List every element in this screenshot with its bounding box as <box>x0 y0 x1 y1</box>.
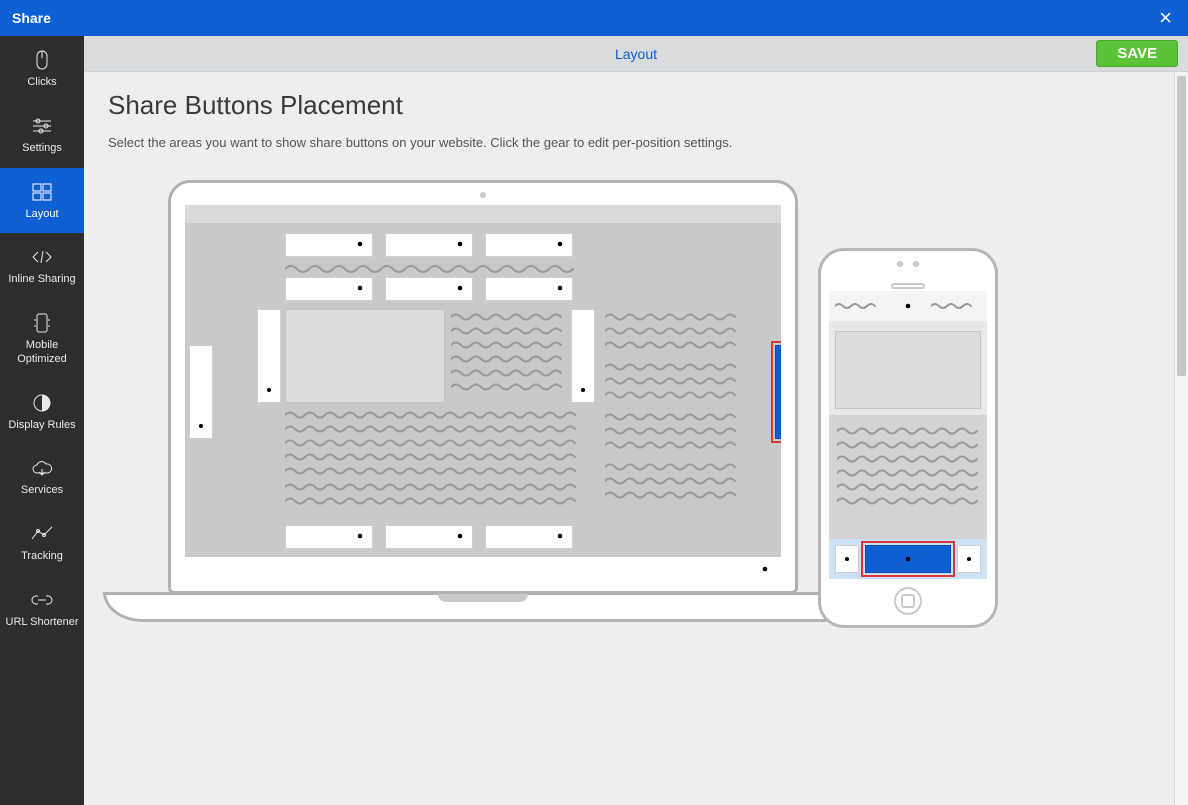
sidebar-item-label: Mobile Optimized <box>4 339 80 367</box>
desktop-preview <box>138 180 828 622</box>
sidebar-item-label: Clicks <box>27 76 56 90</box>
sidebar-item-label: Inline Sharing <box>8 273 75 287</box>
grid-icon <box>28 180 56 204</box>
contrast-icon <box>28 391 56 415</box>
slot-desktop-mid-2[interactable] <box>385 277 473 301</box>
slot-mobile-bottom-mid[interactable] <box>865 545 951 573</box>
window-titlebar: Share × <box>0 0 1188 36</box>
window-title: Share <box>12 10 51 26</box>
sidebar-item-services[interactable]: Services <box>0 444 84 510</box>
sidebar-item-label: Services <box>21 484 63 498</box>
link-icon <box>28 588 56 612</box>
sidebar-item-label: URL Shortener <box>6 616 79 630</box>
close-icon[interactable]: × <box>1153 5 1178 31</box>
sidebar-item-label: Layout <box>25 208 58 222</box>
content-image <box>285 309 445 403</box>
slot-desktop-image-left[interactable] <box>257 309 281 403</box>
toolbar: Layout SAVE <box>84 36 1188 72</box>
analytics-icon <box>28 522 56 546</box>
sidebar-item-label: Tracking <box>21 550 63 564</box>
slot-mobile-top[interactable] <box>829 291 987 321</box>
sidebar-item-layout[interactable]: Layout <box>0 168 84 234</box>
page-description: Select the areas you want to show share … <box>108 135 1164 150</box>
slot-desktop-mid-1[interactable] <box>285 277 373 301</box>
sidebar-item-label: Settings <box>22 142 62 156</box>
sidebar-item-settings[interactable]: Settings <box>0 102 84 168</box>
code-icon <box>28 245 56 269</box>
save-button[interactable]: SAVE <box>1096 40 1178 67</box>
sliders-icon <box>28 114 56 138</box>
mouse-icon <box>28 48 56 72</box>
sidebar-item-inline-sharing[interactable]: Inline Sharing <box>0 233 84 299</box>
slot-mobile-bottom-right[interactable] <box>957 545 981 573</box>
sidebar-item-clicks[interactable]: Clicks <box>0 36 84 102</box>
slot-desktop-image-right[interactable] <box>571 309 595 403</box>
mobile-preview <box>818 248 998 628</box>
slot-desktop-bottom-1[interactable] <box>285 525 373 549</box>
cloud-icon <box>28 456 56 480</box>
mobile-icon <box>28 311 56 335</box>
slot-mobile-bottom-left[interactable] <box>835 545 859 573</box>
slot-desktop-left-side[interactable] <box>189 345 213 439</box>
sidebar-item-display-rules[interactable]: Display Rules <box>0 379 84 445</box>
content-area: Layout SAVE Share Buttons Placement Sele… <box>84 36 1188 805</box>
breadcrumb: Layout <box>615 46 657 62</box>
slot-desktop-top-1[interactable] <box>285 233 373 257</box>
slot-desktop-right-side[interactable] <box>775 345 781 439</box>
device-preview-area <box>138 180 1164 680</box>
slot-desktop-bottom-2[interactable] <box>385 525 473 549</box>
page-title: Share Buttons Placement <box>108 90 1164 121</box>
slot-desktop-top-2[interactable] <box>385 233 473 257</box>
phone-home-button <box>894 587 922 615</box>
mobile-content-image <box>835 331 981 409</box>
sidebar-item-label: Display Rules <box>8 419 75 433</box>
scrollbar[interactable] <box>1174 72 1188 805</box>
slot-desktop-mid-3[interactable] <box>485 277 573 301</box>
gear-icon <box>757 561 773 577</box>
sidebar-item-mobile-optimized[interactable]: Mobile Optimized <box>0 299 84 379</box>
scrollbar-thumb[interactable] <box>1177 76 1186 376</box>
sidebar-item-url-shortener[interactable]: URL Shortener <box>0 576 84 642</box>
slot-desktop-top-3[interactable] <box>485 233 573 257</box>
slot-desktop-footer[interactable] <box>185 557 781 581</box>
sidebar-item-tracking[interactable]: Tracking <box>0 510 84 576</box>
slot-desktop-bottom-3[interactable] <box>485 525 573 549</box>
sidebar: Clicks Settings Layout Inline Sharing Mo… <box>0 36 84 805</box>
